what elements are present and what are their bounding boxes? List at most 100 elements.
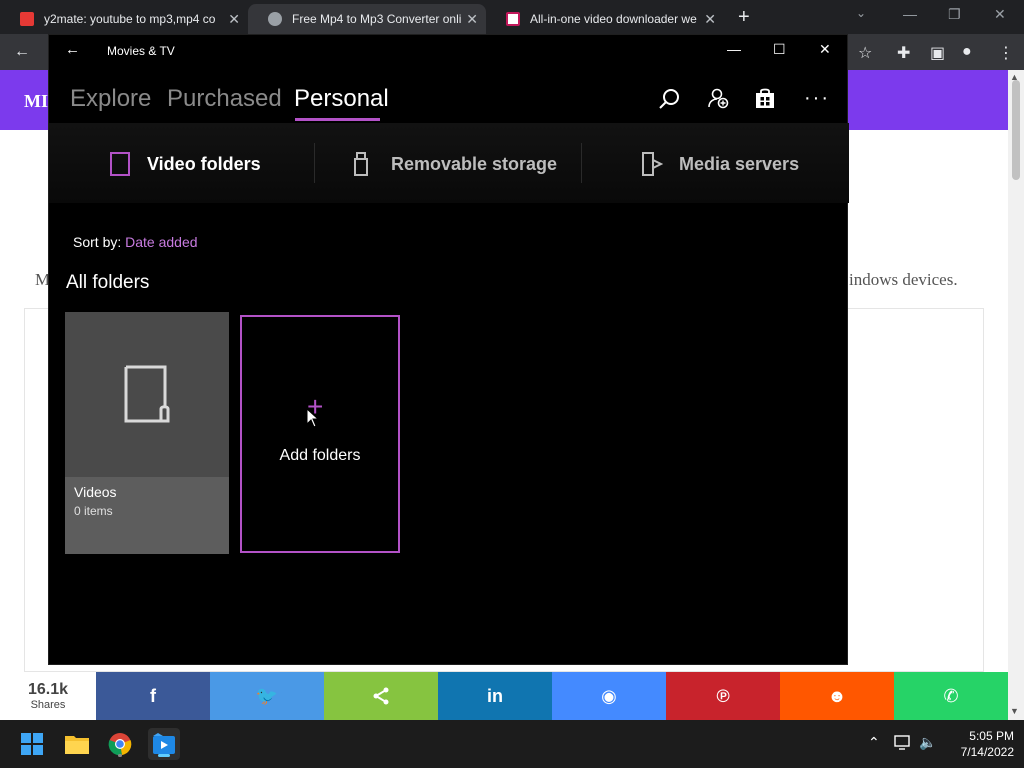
- minimize-icon[interactable]: —: [903, 6, 917, 22]
- restore-icon[interactable]: ❐: [948, 6, 961, 23]
- extensions-icon[interactable]: ✚: [897, 43, 910, 63]
- category-media-servers[interactable]: Media servers: [641, 151, 799, 177]
- share-count-value: 16.1k: [27, 681, 69, 698]
- file-explorer-button[interactable]: [61, 728, 93, 760]
- share-icon: [373, 687, 389, 705]
- usb-drive-icon: [354, 152, 368, 176]
- chevron-up-icon[interactable]: ⌃: [868, 734, 880, 751]
- folder-icon: [65, 736, 89, 754]
- category-removable-storage[interactable]: Removable storage: [351, 151, 557, 177]
- star-icon[interactable]: ☆: [858, 43, 872, 63]
- twitter-icon: 🐦: [255, 685, 279, 706]
- tab-explore[interactable]: Explore: [70, 85, 151, 113]
- category-label: Media servers: [679, 153, 800, 174]
- close-icon[interactable]: ✕: [228, 11, 240, 28]
- scroll-down-icon[interactable]: ▼: [1010, 706, 1019, 716]
- back-arrow-icon[interactable]: ←: [65, 41, 80, 58]
- facebook-share-button[interactable]: f: [96, 672, 210, 720]
- volume-icon[interactable]: 🔈: [919, 734, 936, 751]
- windows-logo-icon: [21, 733, 43, 755]
- close-icon[interactable]: ✕: [819, 41, 831, 58]
- downloader-favicon-icon: [506, 12, 520, 26]
- movies-tv-icon: [153, 733, 175, 754]
- system-clock[interactable]: 5:05 PM 7/14/2022: [944, 728, 1014, 760]
- divider: [581, 143, 582, 183]
- messenger-share-button[interactable]: ◉: [552, 672, 666, 720]
- app-title: Movies & TV: [107, 44, 175, 58]
- maximize-icon[interactable]: ☐: [773, 41, 786, 58]
- more-vert-icon[interactable]: ⋮: [998, 43, 1014, 63]
- share-button[interactable]: [324, 672, 438, 720]
- whatsapp-share-button[interactable]: ✆: [894, 672, 1008, 720]
- y2mate-favicon-icon: [20, 12, 34, 26]
- tab-y2mate[interactable]: y2mate: youtube to mp3,mp4 co ✕: [0, 4, 248, 34]
- section-title: All folders: [66, 272, 150, 293]
- tab-purchased[interactable]: Purchased: [167, 85, 282, 113]
- mouse-cursor-icon: [306, 408, 320, 428]
- network-icon[interactable]: [894, 734, 912, 753]
- category-label: Video folders: [147, 153, 261, 174]
- scroll-thumb[interactable]: [1012, 80, 1020, 180]
- active-tab-indicator: [295, 118, 380, 121]
- storage-category-bar: Video folders Removable storage Media se…: [49, 123, 849, 203]
- sort-dropdown[interactable]: Date added: [125, 234, 197, 250]
- pinterest-share-button[interactable]: ℗: [666, 672, 780, 720]
- linkedin-share-button[interactable]: in: [438, 672, 552, 720]
- share-count-label: Shares: [30, 699, 66, 711]
- windows-taskbar: ⌃ 🔈 5:05 PM 7/14/2022: [0, 720, 1024, 768]
- account-add-icon[interactable]: [707, 87, 729, 114]
- tab-video-downloader[interactable]: All-in-one video downloader we ✕: [486, 4, 724, 34]
- sort-control: Sort by: Date added: [73, 234, 198, 250]
- add-folders-label: Add folders: [279, 447, 361, 464]
- movies-tv-button[interactable]: [148, 728, 180, 760]
- side-panel-icon[interactable]: ▣: [930, 43, 945, 63]
- running-indicator: [118, 754, 122, 757]
- tab-title: All-in-one video downloader we: [530, 12, 697, 26]
- tab-mp4-converter[interactable]: Free Mp4 to Mp3 Converter onli ✕: [248, 4, 486, 34]
- video-folder-icon: [110, 152, 130, 176]
- more-icon[interactable]: ···: [804, 87, 830, 110]
- messenger-icon: ◉: [601, 685, 617, 706]
- pinterest-icon: ℗: [716, 685, 730, 706]
- sort-label: Sort by:: [73, 234, 122, 250]
- page-logo: MI: [24, 91, 48, 111]
- active-indicator: [158, 754, 170, 757]
- linkedin-icon: in: [487, 685, 503, 706]
- media-server-icon: [642, 152, 663, 176]
- close-icon[interactable]: ✕: [994, 6, 1006, 23]
- movies-tv-window: ← Movies & TV — ☐ ✕ Explore Purchased Pe…: [48, 34, 849, 665]
- close-icon[interactable]: ✕: [466, 11, 478, 28]
- share-bar: 16.1k Shares f 🐦 in ◉ ℗ ☻ ✆: [0, 672, 1008, 720]
- reddit-share-button[interactable]: ☻: [780, 672, 894, 720]
- folder-file-icon: [124, 365, 170, 423]
- share-count: 16.1k Shares: [0, 672, 96, 720]
- minimize-icon[interactable]: —: [727, 41, 741, 57]
- folder-tile-videos[interactable]: Videos 0 items: [65, 312, 229, 554]
- store-bag-icon[interactable]: [754, 87, 776, 114]
- page-text-fragment: indows devices.: [849, 270, 958, 289]
- new-tab-icon[interactable]: +: [738, 6, 750, 29]
- tab-title: y2mate: youtube to mp3,mp4 co: [44, 12, 216, 26]
- folder-item-count: 0 items: [74, 504, 113, 518]
- clock-date: 7/14/2022: [960, 745, 1014, 759]
- chevron-down-icon[interactable]: ⌄: [856, 6, 866, 20]
- app-nav: Explore Purchased Personal: [49, 67, 849, 123]
- page-scrollbar[interactable]: ▲ ▼: [1008, 70, 1024, 720]
- profile-icon[interactable]: ●: [962, 43, 972, 61]
- tab-personal[interactable]: Personal: [294, 85, 389, 113]
- facebook-icon: f: [150, 685, 156, 706]
- folder-name: Videos: [74, 484, 117, 500]
- browser-tab-strip: y2mate: youtube to mp3,mp4 co ✕ Free Mp4…: [0, 0, 1024, 34]
- chrome-button[interactable]: [104, 728, 136, 760]
- chrome-icon: [108, 733, 132, 756]
- close-icon[interactable]: ✕: [704, 11, 716, 28]
- whatsapp-icon: ✆: [943, 685, 959, 706]
- search-icon[interactable]: [657, 87, 681, 116]
- back-arrow-icon[interactable]: ←: [14, 43, 30, 61]
- category-video-folders[interactable]: Video folders: [109, 151, 261, 177]
- clock-time: 5:05 PM: [969, 729, 1014, 743]
- twitter-share-button[interactable]: 🐦: [210, 672, 324, 720]
- start-button[interactable]: [16, 728, 48, 760]
- add-folders-button[interactable]: + Add folders: [240, 315, 400, 553]
- divider: [314, 143, 315, 183]
